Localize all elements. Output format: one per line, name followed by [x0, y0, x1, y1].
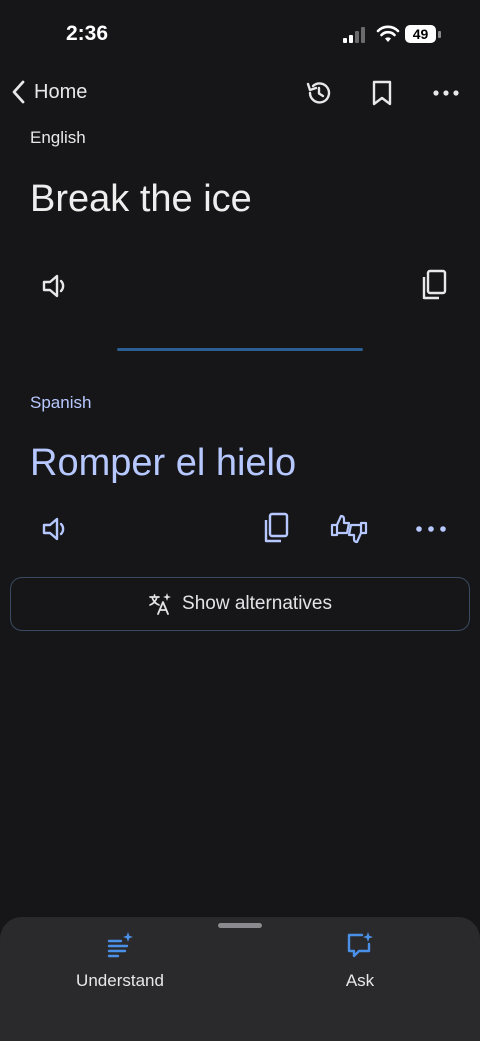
understand-sparkle-icon	[107, 932, 133, 958]
translate-sparkle-icon	[149, 593, 172, 615]
speaker-icon[interactable]	[40, 270, 72, 302]
tab-understand[interactable]: Understand	[64, 928, 176, 991]
rate-translation-icon[interactable]	[329, 511, 369, 547]
bookmark-icon[interactable]	[370, 79, 394, 107]
cellular-signal-icon	[343, 27, 365, 43]
battery-icon: 49	[405, 25, 441, 45]
more-options-icon[interactable]	[431, 84, 461, 102]
source-language-label[interactable]: English	[30, 128, 86, 148]
tab-understand-label: Understand	[76, 971, 164, 990]
tab-ask-label: Ask	[345, 971, 375, 990]
show-alternatives-label: Show alternatives	[182, 593, 332, 614]
wifi-icon	[376, 25, 400, 42]
copy-icon[interactable]	[262, 511, 290, 545]
battery-level: 49	[405, 25, 436, 43]
tab-ask[interactable]: Ask	[316, 928, 404, 991]
translated-text[interactable]: Romper el hielo	[30, 442, 296, 485]
sheet-drag-handle[interactable]	[218, 923, 262, 928]
target-language-label[interactable]: Spanish	[30, 393, 91, 413]
source-text[interactable]: Break the ice	[30, 178, 252, 221]
back-label: Home	[34, 80, 88, 103]
ask-chat-sparkle-icon	[347, 932, 373, 958]
chevron-left-icon	[12, 80, 25, 104]
show-alternatives-button[interactable]: Show alternatives	[10, 577, 470, 631]
history-icon[interactable]	[305, 79, 333, 107]
divider	[117, 348, 363, 351]
back-button[interactable]: Home	[10, 79, 87, 105]
more-options-icon[interactable]	[413, 519, 449, 539]
status-time: 2:36	[66, 22, 109, 45]
copy-icon[interactable]	[420, 268, 448, 302]
speaker-icon[interactable]	[40, 513, 72, 545]
